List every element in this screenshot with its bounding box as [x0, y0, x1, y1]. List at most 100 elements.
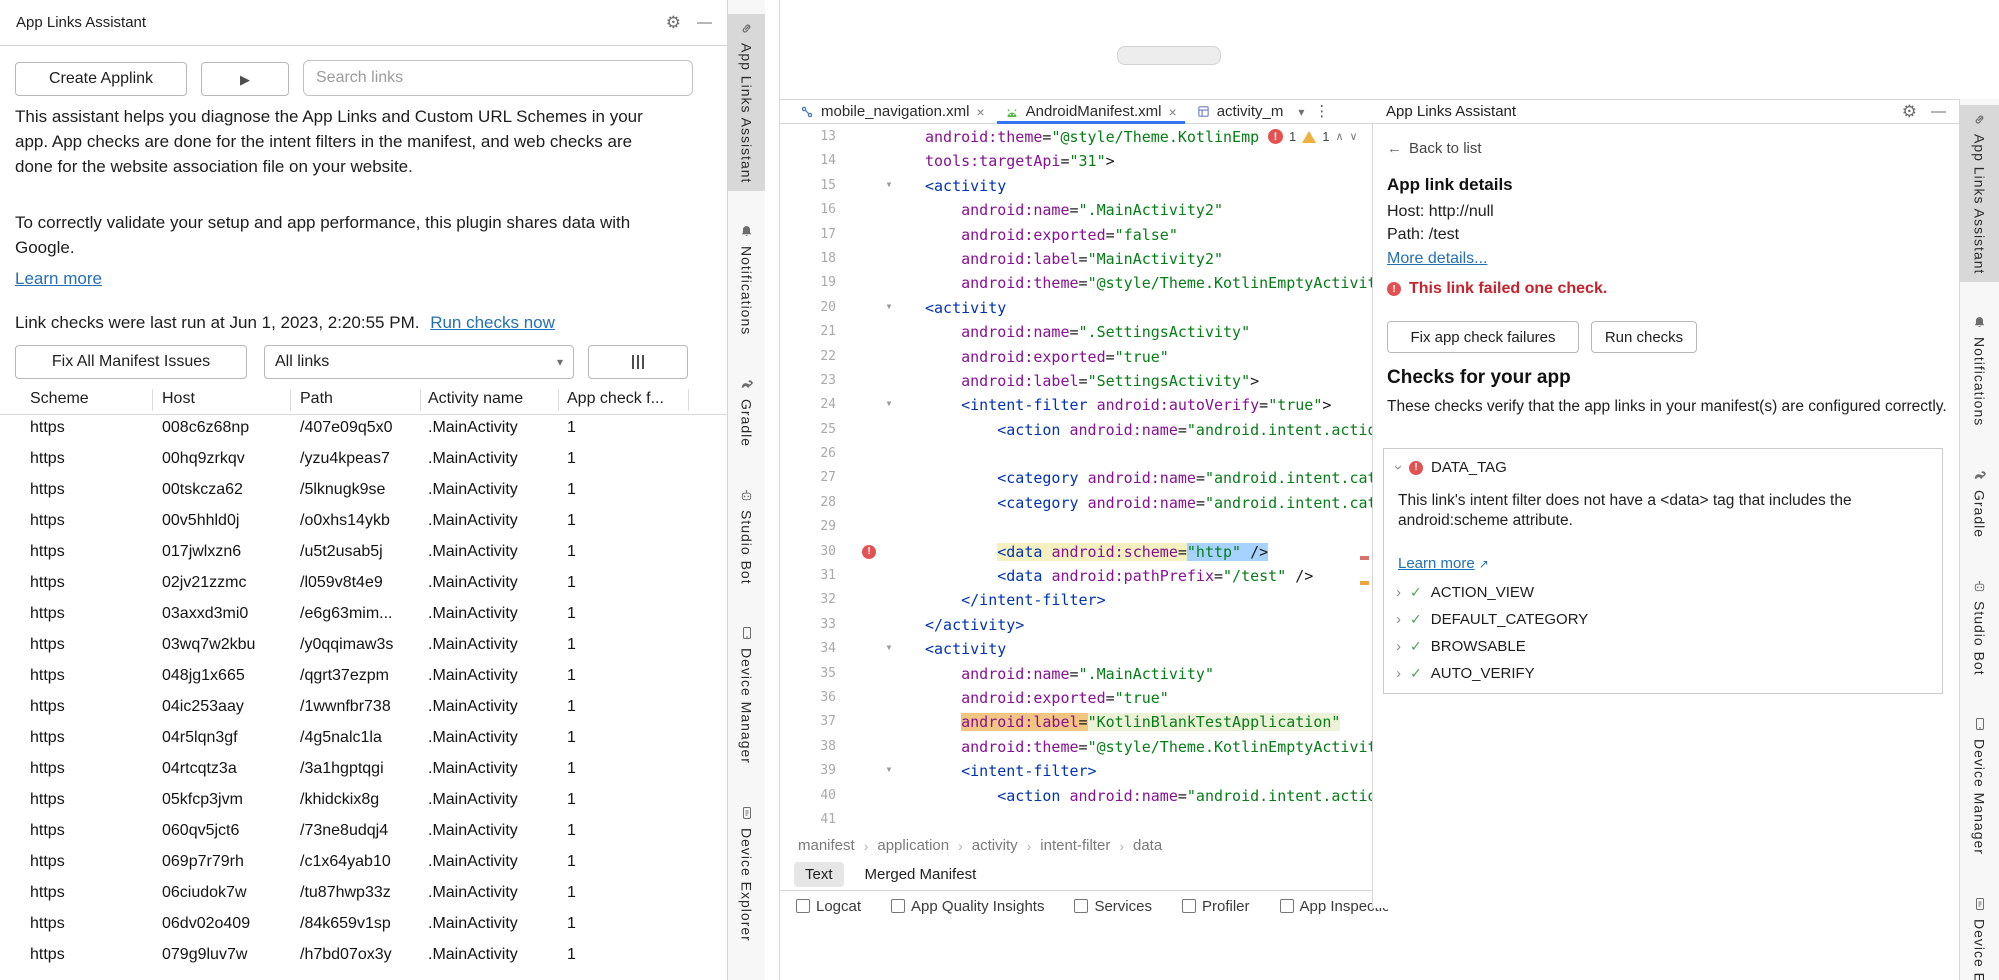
- check-item-auto-verify[interactable]: ›✓AUTO_VERIFY: [1396, 660, 1926, 687]
- code-line[interactable]: 24▾ <intent-filter android:autoVerify="t…: [780, 393, 1372, 417]
- code-line[interactable]: 21 android:name=".SettingsActivity": [780, 320, 1372, 344]
- code-line[interactable]: 35 android:name=".MainActivity": [780, 662, 1372, 686]
- tool-strip-tab-studio-bot[interactable]: Studio Bot: [1960, 572, 1999, 684]
- close-icon[interactable]: ×: [976, 105, 984, 119]
- column-header-scheme[interactable]: Scheme: [30, 390, 89, 408]
- breadcrumb-item-application[interactable]: application: [877, 837, 949, 854]
- table-row[interactable]: https069p7r79rh/c1x64yab10.MainActivity1: [0, 848, 728, 879]
- column-separator[interactable]: [152, 389, 153, 411]
- code-line[interactable]: 15▾<activity: [780, 174, 1372, 198]
- tab-options-icon[interactable]: ⋮: [1309, 104, 1334, 119]
- table-row[interactable]: https05kfcp3jvm/khidckix8g.MainActivity1: [0, 786, 728, 817]
- table-row[interactable]: https02jv21zzmc/l059v8t4e9.MainActivity1: [0, 569, 728, 600]
- tool-strip-tab-device-manager[interactable]: Device Manager: [1960, 709, 1999, 863]
- code-line[interactable]: 23 android:label="SettingsActivity">: [780, 369, 1372, 393]
- fold-arrow-icon[interactable]: ▾: [880, 762, 898, 776]
- code-line[interactable]: 14tools:targetApi="31">: [780, 149, 1372, 173]
- run-button-play[interactable]: ▶: [201, 62, 289, 96]
- check-item-action-view[interactable]: ›✓ACTION_VIEW: [1396, 579, 1926, 606]
- breadcrumb-item-intent-filter[interactable]: intent-filter: [1040, 837, 1110, 854]
- more-details-link[interactable]: More details...: [1387, 250, 1487, 268]
- check-learn-more-link[interactable]: Learn more ↗: [1398, 555, 1489, 572]
- table-row[interactable]: https00hq9zrkqv/yzu4kpeas7.MainActivity1: [0, 445, 728, 476]
- fold-arrow-icon[interactable]: ▾: [880, 640, 898, 654]
- table-row[interactable]: https04r5lqn3gf/4g5nalc1la.MainActivity1: [0, 724, 728, 755]
- column-header-app-check-f-[interactable]: App check f...: [567, 390, 687, 408]
- code-line[interactable]: 28 <category android:name="android.inten…: [780, 491, 1372, 515]
- column-header-host[interactable]: Host: [162, 390, 195, 408]
- code-line[interactable]: 25 <action android:name="android.intent.…: [780, 418, 1372, 442]
- column-header-activity-name[interactable]: Activity name: [428, 390, 523, 408]
- code-line[interactable]: 29: [780, 515, 1372, 539]
- code-line[interactable]: 31 <data android:pathPrefix="/test" />: [780, 564, 1372, 588]
- table-row[interactable]: https060qv5jct6/73ne8udqj4.MainActivity1: [0, 817, 728, 848]
- tool-bar-item-logcat[interactable]: Logcat: [796, 897, 861, 915]
- code-line[interactable]: 20▾<activity: [780, 296, 1372, 320]
- code-line[interactable]: 32 </intent-filter>: [780, 588, 1372, 612]
- tool-bar-item-services[interactable]: Services: [1074, 897, 1152, 915]
- column-header-path[interactable]: Path: [300, 390, 333, 408]
- links-filter-dropdown[interactable]: All links ▾: [264, 345, 574, 379]
- table-row[interactable]: https04ic253aay/1wwnfbr738.MainActivity1: [0, 693, 728, 724]
- code-line[interactable]: 26: [780, 442, 1372, 466]
- fix-all-manifest-issues-button[interactable]: Fix All Manifest Issues: [15, 345, 247, 379]
- code-line[interactable]: 16 android:name=".MainActivity2": [780, 198, 1372, 222]
- gear-icon[interactable]: ⚙: [1902, 103, 1917, 120]
- code-line[interactable]: 38 android:theme="@style/Theme.KotlinEmp…: [780, 735, 1372, 759]
- table-row[interactable]: https008c6z68np/407e09q5x0.MainActivity1: [0, 414, 728, 445]
- editor-tab-activity-m[interactable]: activity_m: [1187, 100, 1294, 123]
- table-row[interactable]: https00v5hhld0j/o0xhs14ykb.MainActivity1: [0, 507, 728, 538]
- code-line[interactable]: 36 android:exported="true": [780, 686, 1372, 710]
- breadcrumb-item-activity[interactable]: activity: [972, 837, 1018, 854]
- column-separator[interactable]: [420, 389, 421, 411]
- minimize-icon[interactable]: —: [1931, 104, 1946, 119]
- prev-issue-chevron-icon[interactable]: ∧: [1335, 132, 1343, 142]
- code-line[interactable]: 30! <data android:scheme="http" />: [780, 540, 1372, 564]
- table-row[interactable]: https03axxd3mi0/e6g63mim....MainActivity…: [0, 600, 728, 631]
- gear-icon[interactable]: ⚙: [666, 14, 681, 31]
- code-line[interactable]: 39▾ <intent-filter>: [780, 759, 1372, 783]
- column-separator[interactable]: [558, 389, 559, 411]
- code-line[interactable]: 41: [780, 808, 1372, 832]
- back-to-list-link[interactable]: ← Back to list: [1387, 140, 1482, 157]
- code-line[interactable]: 17 android:exported="false": [780, 223, 1372, 247]
- code-line[interactable]: 40 <action android:name="android.intent.…: [780, 784, 1372, 808]
- close-icon[interactable]: ×: [1169, 105, 1177, 119]
- run-checks-button[interactable]: Run checks: [1591, 321, 1697, 353]
- editor-tab-mobile-navigation-xml[interactable]: mobile_navigation.xml×: [790, 100, 995, 123]
- code-line[interactable]: 34▾<activity: [780, 637, 1372, 661]
- code-line[interactable]: 37 android:label="KotlinBlankTestApplica…: [780, 710, 1372, 734]
- check-item-default-category[interactable]: ›✓DEFAULT_CATEGORY: [1396, 606, 1926, 633]
- failed-check-row[interactable]: › ! DATA_TAG: [1396, 459, 1507, 476]
- view-tab-text[interactable]: Text: [794, 862, 844, 887]
- tool-strip-tab-notifications[interactable]: Notifications: [1960, 308, 1999, 434]
- fix-app-check-failures-button[interactable]: Fix app check failures: [1387, 321, 1579, 353]
- table-row[interactable]: https048jg1x665/qgrt37ezpm.MainActivity1: [0, 662, 728, 693]
- hidden-tabs-chevron-icon[interactable]: ▾: [1293, 106, 1309, 118]
- tool-strip-tab-device-manager[interactable]: Device Manager: [728, 618, 765, 772]
- column-settings-button[interactable]: [588, 345, 688, 379]
- fold-arrow-icon[interactable]: ▾: [880, 396, 898, 410]
- inspection-widget[interactable]: ! 1 1 ∧ ∨: [1268, 129, 1358, 144]
- tool-bar-item-app-quality-insights[interactable]: App Quality Insights: [891, 897, 1044, 915]
- error-stripe-mark[interactable]: [1360, 556, 1369, 560]
- tool-strip-tab-app-links-assistant[interactable]: App Links Assistant: [728, 14, 765, 191]
- breadcrumb-item-manifest[interactable]: manifest: [798, 837, 855, 854]
- learn-more-link[interactable]: Learn more: [15, 266, 102, 291]
- code-area[interactable]: 13android:theme="@style/Theme.KotlinEmp1…: [780, 125, 1372, 833]
- tool-strip-tab-device-explorer[interactable]: Device Explorer: [728, 798, 765, 950]
- run-checks-now-link[interactable]: Run checks now: [430, 313, 555, 332]
- tool-bar-item-profiler[interactable]: Profiler: [1182, 897, 1250, 915]
- search-links-input[interactable]: [303, 60, 693, 96]
- editor-tab-androidmanifest-xml[interactable]: AndroidManifest.xml×: [995, 100, 1187, 123]
- table-row[interactable]: https00tskcza62/5lknugk9se.MainActivity1: [0, 476, 728, 507]
- table-row[interactable]: https06ciudok7w/tu87hwp33z.MainActivity1: [0, 879, 728, 910]
- table-row[interactable]: https04rtcqtz3a/3a1hgptqgi.MainActivity1: [0, 755, 728, 786]
- gutter-error-icon[interactable]: !: [862, 545, 876, 559]
- fold-arrow-icon[interactable]: ▾: [880, 299, 898, 313]
- code-line[interactable]: 27 <category android:name="android.inten…: [780, 466, 1372, 490]
- code-line[interactable]: 18 android:label="MainActivity2": [780, 247, 1372, 271]
- check-item-browsable[interactable]: ›✓BROWSABLE: [1396, 633, 1926, 660]
- fold-arrow-icon[interactable]: ▾: [880, 177, 898, 191]
- tool-strip-tab-device-explorer[interactable]: Device Explorer: [1960, 889, 1999, 980]
